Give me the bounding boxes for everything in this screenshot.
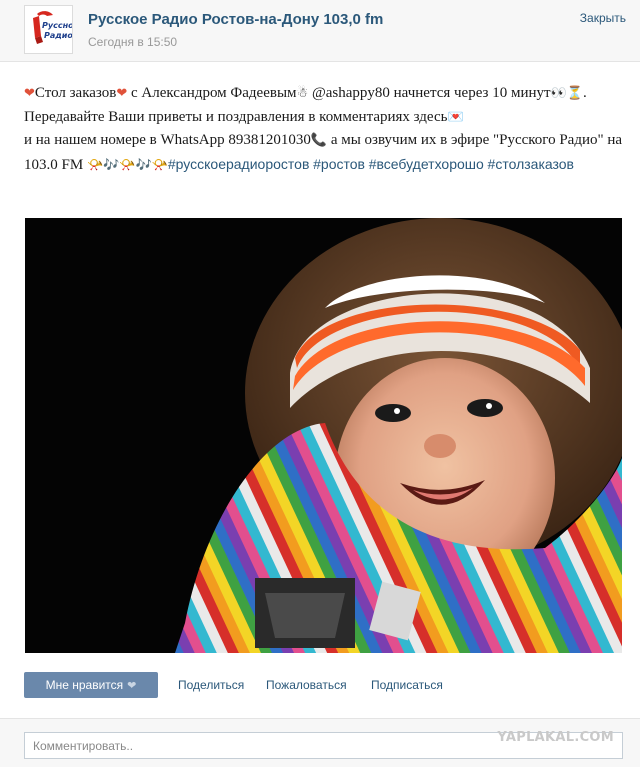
heart-icon: ❤	[24, 86, 35, 101]
heart-icon: ❤	[116, 86, 128, 101]
post-photo[interactable]	[25, 218, 622, 653]
post-text-part: с Александром Фадеевым	[127, 85, 297, 101]
post-text-part: @ashappy80 начнется через 10 минут	[308, 85, 551, 101]
snowman-icon: ☃	[296, 86, 309, 101]
like-button-label: Мне нравится	[45, 678, 124, 692]
close-button[interactable]: Закрыть	[580, 11, 626, 25]
share-link[interactable]: Поделиться	[178, 678, 244, 692]
group-avatar[interactable]: Руссноe Радио	[24, 5, 73, 54]
hashtag-link[interactable]: #столзаказов	[488, 156, 574, 172]
post-text: ❤Стол заказов❤ с Александром Фадеевым☃ @…	[24, 82, 624, 177]
eyes-icon: 👀	[550, 86, 567, 101]
post-timestamp[interactable]: Сегодня в 15:50	[88, 35, 177, 49]
post-text-part: Стол заказов	[34, 85, 117, 101]
group-name-link[interactable]: Русское Радио Ростов-на-Дону 103,0 fm	[88, 11, 383, 28]
heart-icon: ❤	[127, 678, 137, 692]
comment-area: Комментировать.. YAPLAKAL.COM	[0, 718, 640, 767]
russkoe-radio-logo: Руссноe Радио	[25, 6, 73, 53]
report-link[interactable]: Пожаловаться	[266, 678, 347, 692]
hashtag-link[interactable]: #русскоерадиоростов	[168, 156, 310, 172]
hourglass-icon: ⏳	[566, 86, 583, 101]
phone-icon: 📞	[310, 133, 328, 148]
like-button[interactable]: Мне нравится ❤	[24, 672, 158, 698]
hashtag-link[interactable]: #ростов	[313, 156, 365, 172]
post-actions: Мне нравится ❤ Поделиться Пожаловаться П…	[24, 672, 624, 698]
post-text-part: и на нашем номере в WhatsApp 89381201030	[24, 132, 311, 148]
baby-in-winter-clothes-image	[25, 218, 622, 653]
love-letter-icon: 💌	[447, 109, 464, 125]
music-icons: 📯🎶📯🎶📯	[86, 157, 168, 173]
subscribe-link[interactable]: Подписаться	[371, 678, 443, 692]
svg-text:Руссноe: Руссноe	[42, 21, 73, 30]
hashtag-link[interactable]: #всебудетхорошо	[369, 156, 484, 172]
svg-text:Радио: Радио	[44, 31, 73, 40]
post-header: Руссноe Радио Русское Радио Ростов-на-До…	[0, 0, 640, 62]
watermark: YAPLAKAL.COM	[497, 730, 614, 745]
